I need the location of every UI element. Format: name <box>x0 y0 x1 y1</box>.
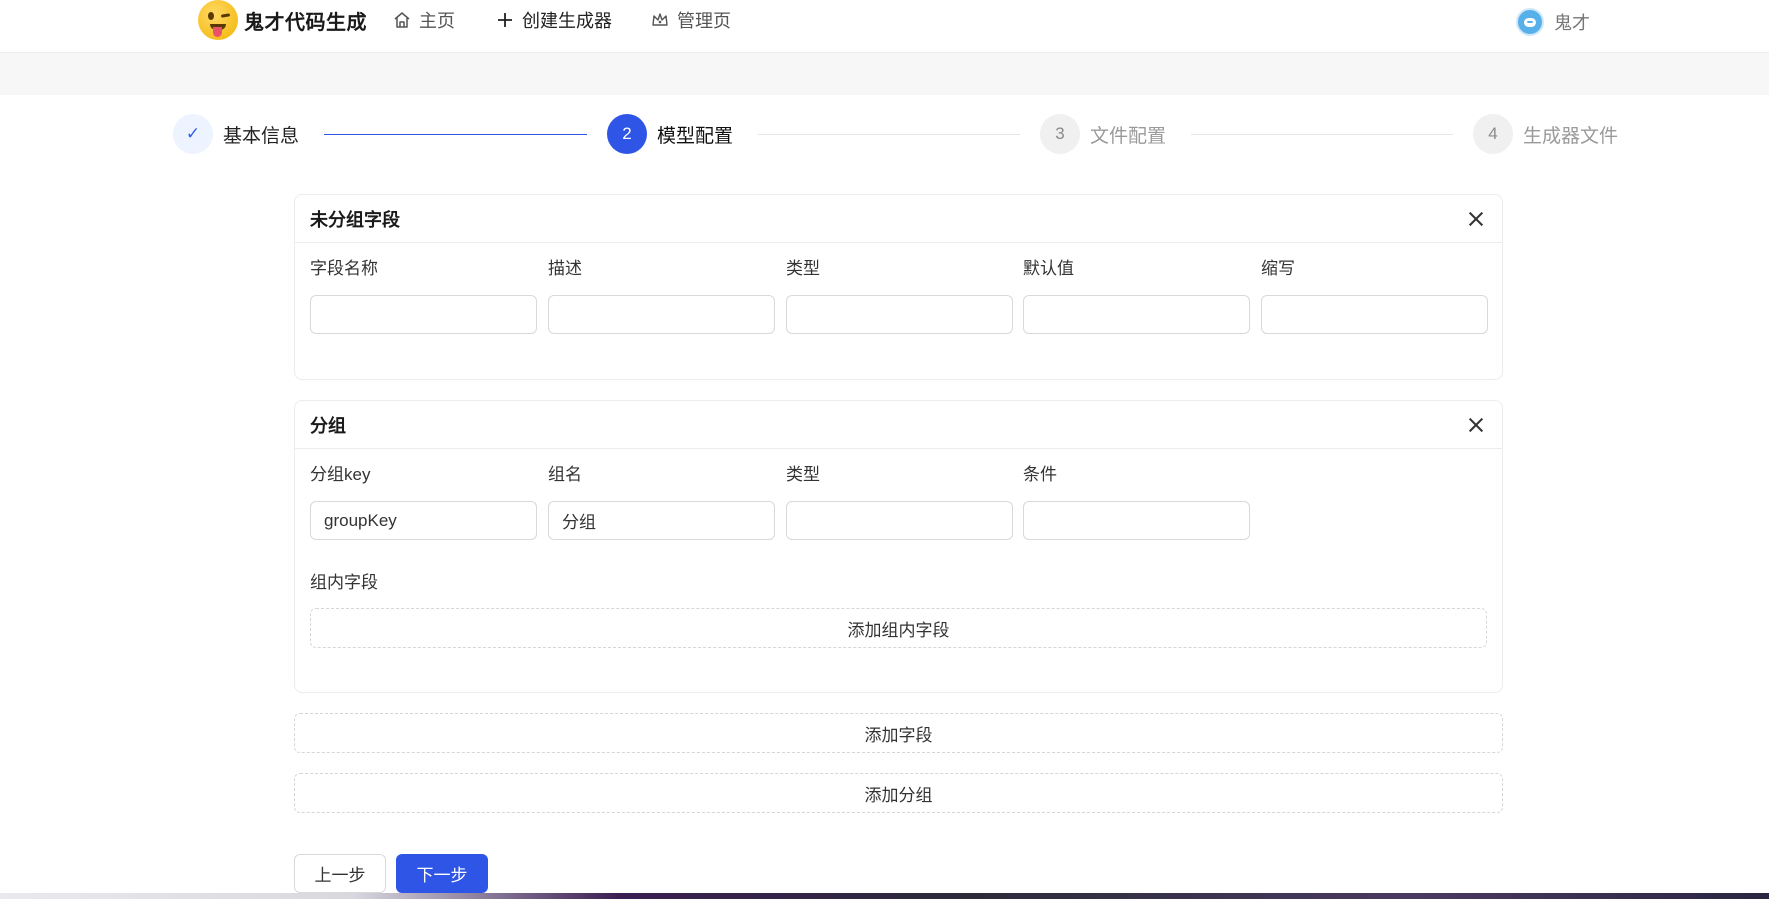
nav-label-create: 创建生成器 <box>522 11 612 31</box>
field-label: 默认值 <box>1023 259 1074 278</box>
panel-header: 分组 <box>295 401 1502 449</box>
logo-emoji-icon <box>198 0 238 40</box>
group-type-input[interactable] <box>786 501 1013 540</box>
step-title: 模型配置 <box>657 125 734 147</box>
field-group-key: 分组key <box>310 463 537 540</box>
step-title: 生成器文件 <box>1523 125 1619 147</box>
panel-header: 未分组字段 <box>295 195 1502 243</box>
field-type: 类型 <box>786 257 1013 334</box>
description-input[interactable] <box>548 295 775 334</box>
default-value-input[interactable] <box>1023 295 1250 334</box>
abbr-input[interactable] <box>1261 295 1488 334</box>
panel-title: 未分组字段 <box>310 209 400 230</box>
close-icon[interactable] <box>1465 414 1487 436</box>
step-model-config[interactable]: 2 模型配置 <box>607 114 733 154</box>
inner-fields-label: 组内字段 <box>310 573 378 592</box>
user-menu[interactable]: 鬼才 <box>1516 8 1590 36</box>
step-title: 文件配置 <box>1090 125 1167 147</box>
group-name-input[interactable] <box>548 501 775 540</box>
field-label: 类型 <box>786 259 820 278</box>
field-name-input[interactable] <box>310 295 537 334</box>
step-number: 3 <box>1040 114 1080 154</box>
add-group-button[interactable]: 添加分组 <box>294 773 1503 813</box>
logo[interactable]: 鬼才代码生成 <box>198 0 367 40</box>
add-inner-field-button[interactable]: 添加组内字段 <box>310 608 1487 648</box>
step-connector <box>324 134 587 135</box>
nav-item-admin[interactable]: 管理页 <box>651 0 731 40</box>
field-default: 默认值 <box>1023 257 1250 334</box>
nav-item-create[interactable]: 创建生成器 <box>496 0 612 40</box>
field-group-name: 组名 <box>548 463 775 540</box>
step-title: 基本信息 <box>223 125 300 147</box>
nav-item-home[interactable]: 主页 <box>393 0 455 40</box>
step-number: 2 <box>607 114 647 154</box>
taskbar-strip <box>0 893 1769 899</box>
field-label: 字段名称 <box>310 259 378 278</box>
next-step-button[interactable]: 下一步 <box>396 854 488 893</box>
header-band <box>0 53 1769 95</box>
top-header: 鬼才代码生成 主页 创建生成器 管理页 鬼才 <box>0 0 1769 53</box>
field-label: 组名 <box>548 465 582 484</box>
field-condition: 条件 <box>1023 463 1250 540</box>
nav-label-home: 主页 <box>419 11 455 31</box>
group-panel: 分组 分组key 组名 类型 条件 组内字段 添加组内字段 <box>294 400 1503 693</box>
prev-step-button[interactable]: 上一步 <box>294 854 386 893</box>
field-label: 分组key <box>310 465 371 484</box>
field-group-type: 类型 <box>786 463 1013 540</box>
user-name: 鬼才 <box>1554 13 1590 33</box>
logo-text: 鬼才代码生成 <box>244 11 367 34</box>
step-number: 4 <box>1473 114 1513 154</box>
group-key-input[interactable] <box>310 501 537 540</box>
step-basic-info[interactable]: ✓ 基本信息 <box>173 114 299 154</box>
plus-icon <box>496 11 514 29</box>
avatar <box>1516 8 1544 36</box>
nav-label-admin: 管理页 <box>677 11 731 31</box>
step-connector <box>758 134 1020 135</box>
crown-icon <box>651 11 669 29</box>
field-name: 字段名称 <box>310 257 537 334</box>
check-icon: ✓ <box>173 114 213 154</box>
type-input[interactable] <box>786 295 1013 334</box>
close-icon[interactable] <box>1465 208 1487 230</box>
home-icon <box>393 11 411 29</box>
field-label: 缩写 <box>1261 259 1295 278</box>
field-label: 条件 <box>1023 465 1057 484</box>
step-generator-file[interactable]: 4 生成器文件 <box>1473 114 1618 154</box>
condition-input[interactable] <box>1023 501 1250 540</box>
step-file-config[interactable]: 3 文件配置 <box>1040 114 1166 154</box>
ungrouped-fields-panel: 未分组字段 字段名称 描述 类型 默认值 缩写 <box>294 194 1503 380</box>
field-abbr: 缩写 <box>1261 257 1488 334</box>
step-connector <box>1191 134 1453 135</box>
field-description: 描述 <box>548 257 775 334</box>
panel-title: 分组 <box>310 415 346 436</box>
add-field-button[interactable]: 添加字段 <box>294 713 1503 753</box>
field-label: 类型 <box>786 465 820 484</box>
field-label: 描述 <box>548 259 582 278</box>
